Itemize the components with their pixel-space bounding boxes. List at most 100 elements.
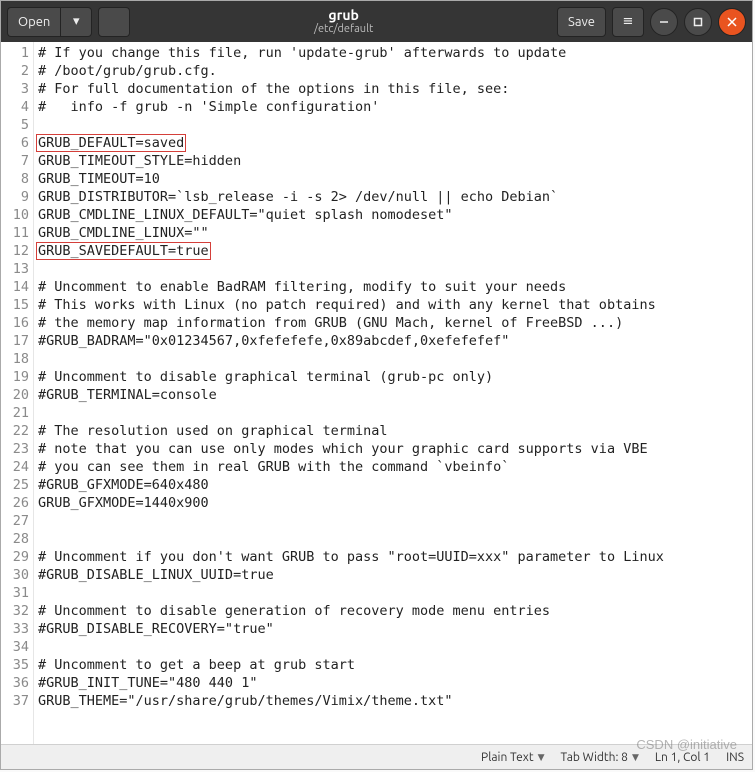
line-number: 32 <box>3 602 29 620</box>
minimize-button[interactable] <box>650 8 678 36</box>
line-number: 30 <box>3 566 29 584</box>
line-number: 10 <box>3 206 29 224</box>
titlebar: Open ▾ grub /etc/default Save ≡ <box>1 1 752 42</box>
line-number: 21 <box>3 404 29 422</box>
code-line[interactable] <box>38 404 748 422</box>
code-line[interactable]: GRUB_TIMEOUT=10 <box>38 170 748 188</box>
code-line[interactable]: # the memory map information from GRUB (… <box>38 314 748 332</box>
line-number: 11 <box>3 224 29 242</box>
code-line[interactable]: # Uncomment to disable generation of rec… <box>38 602 748 620</box>
line-number: 16 <box>3 314 29 332</box>
cursor-position-label: Ln 1, Col 1 <box>655 751 710 764</box>
title-area: grub /etc/default <box>136 8 551 35</box>
code-line[interactable] <box>38 260 748 278</box>
code-line[interactable]: GRUB_GFXMODE=1440x900 <box>38 494 748 512</box>
window-subtitle: /etc/default <box>136 23 551 35</box>
line-number: 29 <box>3 548 29 566</box>
line-number: 35 <box>3 656 29 674</box>
language-selector[interactable]: Plain Text ▼ <box>481 751 544 764</box>
code-line[interactable]: # note that you can use only modes which… <box>38 440 748 458</box>
code-line[interactable]: # Uncomment to enable BadRAM filtering, … <box>38 278 748 296</box>
code-line[interactable]: #GRUB_BADRAM="0x01234567,0xfefefefe,0x89… <box>38 332 748 350</box>
line-number: 18 <box>3 350 29 368</box>
code-line[interactable]: GRUB_TIMEOUT_STYLE=hidden <box>38 152 748 170</box>
tab-width-selector[interactable]: Tab Width: 8 ▼ <box>560 751 638 764</box>
line-number: 24 <box>3 458 29 476</box>
maximize-icon <box>693 13 703 31</box>
line-number: 5 <box>3 116 29 134</box>
line-number: 13 <box>3 260 29 278</box>
line-number: 37 <box>3 692 29 710</box>
save-button[interactable]: Save <box>557 7 606 37</box>
line-number: 22 <box>3 422 29 440</box>
line-number: 12 <box>3 242 29 260</box>
highlighted-text: GRUB_SAVEDEFAULT=true <box>36 242 211 260</box>
code-line[interactable]: # Uncomment to disable graphical termina… <box>38 368 748 386</box>
window-title: grub <box>136 8 551 23</box>
code-content[interactable]: # If you change this file, run 'update-g… <box>34 42 752 744</box>
hamburger-icon: ≡ <box>623 14 634 29</box>
code-line[interactable]: # /boot/grub/grub.cfg. <box>38 62 748 80</box>
line-number: 25 <box>3 476 29 494</box>
close-button[interactable] <box>718 8 746 36</box>
code-line[interactable]: #GRUB_GFXMODE=640x480 <box>38 476 748 494</box>
code-line[interactable]: GRUB_DEFAULT=saved <box>38 134 748 152</box>
code-line[interactable]: GRUB_SAVEDEFAULT=true <box>38 242 748 260</box>
code-line[interactable]: GRUB_THEME="/usr/share/grub/themes/Vimix… <box>38 692 748 710</box>
line-number-gutter: 1234567891011121314151617181920212223242… <box>1 42 34 744</box>
line-number: 3 <box>3 80 29 98</box>
line-number: 15 <box>3 296 29 314</box>
code-line[interactable]: # If you change this file, run 'update-g… <box>38 44 748 62</box>
code-line[interactable]: # For full documentation of the options … <box>38 80 748 98</box>
minimize-icon <box>659 13 669 31</box>
code-line[interactable]: GRUB_CMDLINE_LINUX_DEFAULT="quiet splash… <box>38 206 748 224</box>
code-line[interactable] <box>38 638 748 656</box>
code-line[interactable]: # Uncomment to get a beep at grub start <box>38 656 748 674</box>
code-line[interactable]: #GRUB_TERMINAL=console <box>38 386 748 404</box>
gedit-window: Open ▾ grub /etc/default Save ≡ <box>0 0 753 770</box>
statusbar: Plain Text ▼ Tab Width: 8 ▼ Ln 1, Col 1 … <box>1 744 752 769</box>
code-line[interactable]: #GRUB_INIT_TUNE="480 440 1" <box>38 674 748 692</box>
line-number: 8 <box>3 170 29 188</box>
hamburger-menu-button[interactable]: ≡ <box>612 7 644 37</box>
code-line[interactable] <box>38 530 748 548</box>
code-line[interactable] <box>38 116 748 134</box>
insert-mode-label: INS <box>726 751 744 764</box>
line-number: 28 <box>3 530 29 548</box>
line-number: 6 <box>3 134 29 152</box>
insert-mode[interactable]: INS <box>726 751 744 764</box>
code-line[interactable]: #GRUB_DISABLE_RECOVERY="true" <box>38 620 748 638</box>
close-icon <box>727 13 737 31</box>
code-line[interactable]: # you can see them in real GRUB with the… <box>38 458 748 476</box>
open-button[interactable]: Open <box>7 7 60 37</box>
line-number: 36 <box>3 674 29 692</box>
code-line[interactable]: # info -f grub -n 'Simple configuration' <box>38 98 748 116</box>
line-number: 26 <box>3 494 29 512</box>
line-number: 1 <box>3 44 29 62</box>
editor-area[interactable]: 1234567891011121314151617181920212223242… <box>1 42 752 744</box>
line-number: 9 <box>3 188 29 206</box>
chevron-down-icon: ▼ <box>632 752 639 763</box>
tab-width-label: Tab Width: 8 <box>560 751 627 764</box>
code-line[interactable]: GRUB_DISTRIBUTOR=`lsb_release -i -s 2> /… <box>38 188 748 206</box>
code-line[interactable] <box>38 350 748 368</box>
code-line[interactable]: # This works with Linux (no patch requir… <box>38 296 748 314</box>
code-line[interactable] <box>38 512 748 530</box>
highlighted-text: GRUB_DEFAULT=saved <box>36 134 186 152</box>
line-number: 20 <box>3 386 29 404</box>
line-number: 33 <box>3 620 29 638</box>
line-number: 31 <box>3 584 29 602</box>
line-number: 34 <box>3 638 29 656</box>
new-tab-button[interactable] <box>98 7 130 37</box>
line-number: 2 <box>3 62 29 80</box>
line-number: 14 <box>3 278 29 296</box>
line-number: 19 <box>3 368 29 386</box>
code-line[interactable]: # The resolution used on graphical termi… <box>38 422 748 440</box>
code-line[interactable] <box>38 584 748 602</box>
code-line[interactable]: GRUB_CMDLINE_LINUX="" <box>38 224 748 242</box>
open-recent-button[interactable]: ▾ <box>60 7 92 37</box>
code-line[interactable]: #GRUB_DISABLE_LINUX_UUID=true <box>38 566 748 584</box>
maximize-button[interactable] <box>684 8 712 36</box>
code-line[interactable]: # Uncomment if you don't want GRUB to pa… <box>38 548 748 566</box>
cursor-position: Ln 1, Col 1 <box>655 751 710 764</box>
